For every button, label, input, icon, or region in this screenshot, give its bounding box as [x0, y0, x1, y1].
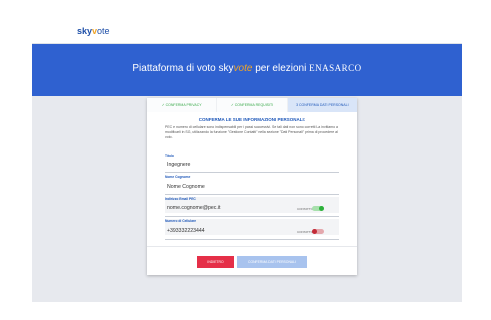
- pec-contact-toggle[interactable]: [312, 206, 324, 211]
- hero-title-prefix: Piattaforma di voto sky: [132, 63, 234, 74]
- hero-title-accent: vote: [233, 63, 253, 74]
- back-button[interactable]: INDIETRO: [197, 256, 234, 268]
- name-field-label: Nome Cognome: [165, 175, 191, 179]
- pec-field-label: Indirizzo Email PEC: [165, 197, 196, 201]
- hero-banner: Piattaforma di voto skyvote per elezioni…: [32, 44, 462, 96]
- skyvote-logo[interactable]: skyvote: [77, 26, 110, 36]
- name-field[interactable]: Nome Cognome: [167, 184, 205, 190]
- sms-contact-toggle[interactable]: [312, 229, 324, 234]
- step-privacy: ✓ CONFERMA PRIVACY: [147, 98, 218, 112]
- phone-field-label: Numero di Cellulare: [165, 219, 197, 223]
- title-field-label: Titolo: [165, 154, 174, 158]
- toggle-knob: [319, 206, 324, 211]
- enasarco-brand: ENASARCO: [309, 63, 362, 73]
- title-field[interactable]: Ingegnere: [167, 162, 190, 168]
- title-field-underline: [165, 172, 339, 173]
- stepper: ✓ CONFERMA PRIVACY ✓ CONFERMA REQUISITI …: [147, 98, 357, 112]
- top-bar: skyvote: [32, 18, 462, 44]
- pec-field-underline: [165, 216, 339, 217]
- hero-title-mid: per elezioni: [252, 63, 310, 74]
- name-field-underline: [165, 194, 339, 195]
- phone-field[interactable]: +393332223444: [167, 228, 205, 234]
- confirm-personal-data-button[interactable]: CONFERMA DATI PERSONALI: [237, 256, 307, 268]
- step-requisiti: ✓ CONFERMA REQUISITI: [217, 98, 288, 112]
- logo-text-ote: ote: [97, 26, 110, 36]
- action-bar: INDIETRO CONFERMA DATI PERSONALI: [147, 246, 357, 273]
- phone-field-underline: [165, 239, 339, 240]
- browser-page: skyvote Piattaforma di voto skyvote per …: [32, 18, 462, 302]
- form-title: CONFERMA LE SUE INFORMAZIONI PERSONALI:: [198, 117, 306, 122]
- step-dati-personali: 3 CONFERMA DATI PERSONALI: [287, 98, 357, 112]
- pec-field[interactable]: nome.cognome@pec.it: [167, 205, 220, 211]
- logo-text-sky: sky: [77, 26, 93, 36]
- hero-title: Piattaforma di voto skyvote per elezioni…: [32, 63, 462, 74]
- form-description: PEC e numero di cellulare sono indispens…: [165, 125, 338, 139]
- toggle-knob: [312, 229, 317, 234]
